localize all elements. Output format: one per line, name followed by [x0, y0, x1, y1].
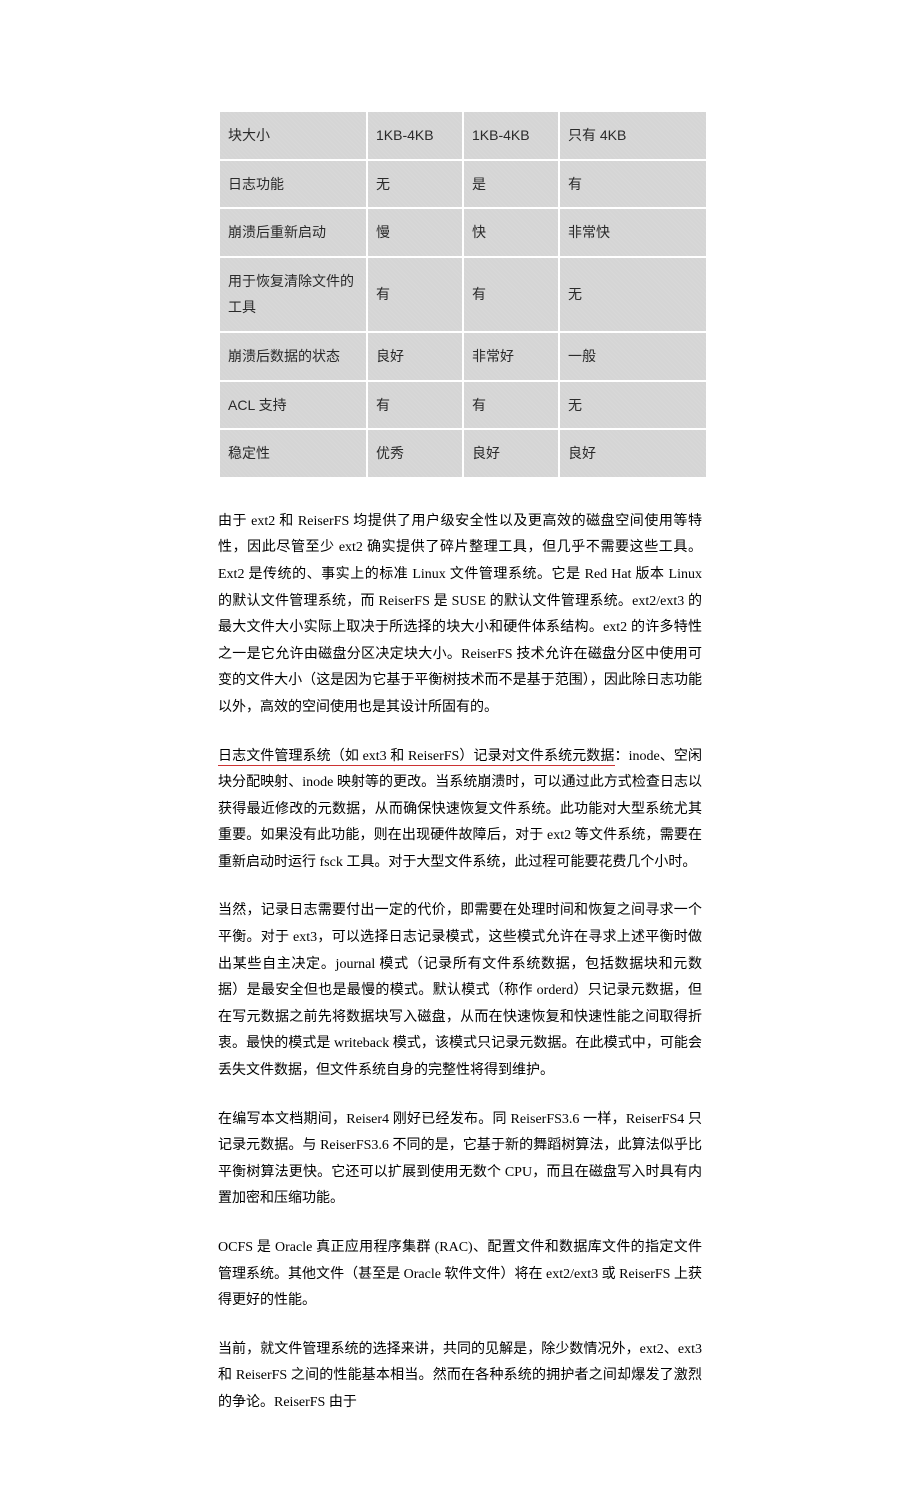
- cell-value: 无: [368, 161, 462, 208]
- table-row: 日志功能 无 是 有: [220, 161, 706, 208]
- cell-value: 慢: [368, 209, 462, 256]
- cell-value: 非常好: [464, 333, 558, 380]
- cell-feature: 稳定性: [220, 430, 366, 477]
- cell-value: 有: [464, 258, 558, 331]
- cell-value: 无: [560, 382, 706, 429]
- cell-feature: 崩溃后数据的状态: [220, 333, 366, 380]
- paragraph-4: 在编写本文档期间，Reiser4 刚好已经发布。同 ReiserFS3.6 一样…: [218, 1107, 702, 1213]
- cell-value: 无: [560, 258, 706, 331]
- table-row: 用于恢复清除文件的工具 有 有 无: [220, 258, 706, 331]
- paragraph-3: 当然，记录日志需要付出一定的代价，即需要在处理时间和恢复之间寻求一个平衡。对于 …: [218, 898, 702, 1084]
- paragraph-1: 由于 ext2 和 ReiserFS 均提供了用户级安全性以及更高效的磁盘空间使…: [218, 509, 702, 722]
- table-row: 崩溃后重新启动 慢 快 非常快: [220, 209, 706, 256]
- table-row: 崩溃后数据的状态 良好 非常好 一般: [220, 333, 706, 380]
- cell-value: 1KB-4KB: [368, 112, 462, 159]
- cell-value: 一般: [560, 333, 706, 380]
- cell-feature: 用于恢复清除文件的工具: [220, 258, 366, 331]
- paragraph-2-rest: ：inode、空闲块分配映射、inode 映射等的更改。当系统崩溃时，可以通过此…: [218, 749, 702, 870]
- cell-value: 有: [464, 382, 558, 429]
- paragraph-5: OCFS 是 Oracle 真正应用程序集群 (RAC)、配置文件和数据库文件的…: [218, 1235, 702, 1315]
- comparison-table: 块大小 1KB-4KB 1KB-4KB 只有 4KB 日志功能 无 是 有 崩溃…: [218, 110, 708, 479]
- table-row: ACL 支持 有 有 无: [220, 382, 706, 429]
- cell-value: 良好: [560, 430, 706, 477]
- cell-feature: 日志功能: [220, 161, 366, 208]
- table-row: 块大小 1KB-4KB 1KB-4KB 只有 4KB: [220, 112, 706, 159]
- cell-value: 有: [368, 382, 462, 429]
- cell-value: 只有 4KB: [560, 112, 706, 159]
- cell-value: 快: [464, 209, 558, 256]
- paragraph-6: 当前，就文件管理系统的选择来讲，共同的见解是，除少数情况外，ext2、ext3 …: [218, 1337, 702, 1417]
- cell-value: 是: [464, 161, 558, 208]
- cell-feature: ACL 支持: [220, 382, 366, 429]
- table-row: 稳定性 优秀 良好 良好: [220, 430, 706, 477]
- cell-feature: 块大小: [220, 112, 366, 159]
- cell-value: 优秀: [368, 430, 462, 477]
- cell-value: 良好: [368, 333, 462, 380]
- cell-value: 1KB-4KB: [464, 112, 558, 159]
- cell-feature: 崩溃后重新启动: [220, 209, 366, 256]
- cell-value: 良好: [464, 430, 558, 477]
- cell-value: 有: [560, 161, 706, 208]
- cell-value: 有: [368, 258, 462, 331]
- paragraph-2: 日志文件管理系统（如 ext3 和 ReiserFS）记录对文件系统元数据：in…: [218, 744, 702, 877]
- highlighted-text: 日志文件管理系统（如 ext3 和 ReiserFS）记录对文件系统元数据: [218, 749, 615, 766]
- cell-value: 非常快: [560, 209, 706, 256]
